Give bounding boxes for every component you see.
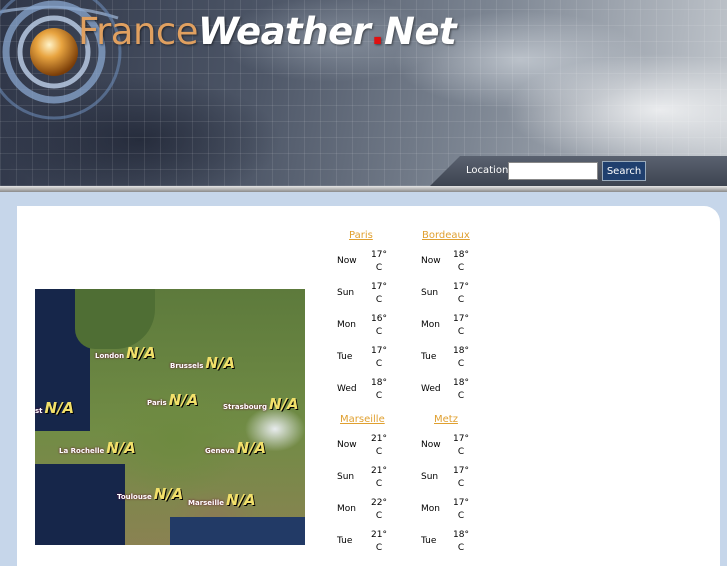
city-link-marseille[interactable]: Marseille bbox=[340, 414, 385, 425]
map-sea bbox=[35, 464, 125, 545]
map-city-strasbourg[interactable]: Strasbourg N/A bbox=[223, 395, 299, 413]
forecast-paris: Paris Now 17° C Sun 17° C Mon 16° C Tue 17° C We… bbox=[337, 230, 387, 401]
map-city-brest[interactable]: st N/A bbox=[35, 399, 74, 417]
header-divider bbox=[0, 186, 727, 192]
map-city-london[interactable]: London N/A bbox=[95, 344, 156, 362]
location-input[interactable] bbox=[508, 162, 598, 180]
weather-map[interactable]: London N/A Brussels N/A st N/A Paris N/A Str… bbox=[35, 289, 305, 545]
city-link-bordeaux[interactable]: Bordeaux bbox=[422, 230, 470, 241]
logo-france: France bbox=[78, 10, 199, 53]
map-city-marseille[interactable]: Marseille N/A bbox=[188, 491, 256, 509]
logo-dot: . bbox=[370, 10, 384, 53]
map-sea bbox=[35, 341, 90, 431]
header-banner: FranceWeather.Net Location Search bbox=[0, 0, 727, 186]
forecast-bordeaux: Bordeaux Now 18° C Sun 17° C Mon 17° C Tue 18° C… bbox=[421, 230, 470, 401]
map-city-paris[interactable]: Paris N/A bbox=[147, 391, 198, 409]
search-button[interactable]: Search bbox=[602, 161, 646, 181]
map-england bbox=[75, 289, 155, 349]
location-label: Location bbox=[466, 165, 509, 176]
map-city-toulouse[interactable]: Toulouse N/A bbox=[117, 485, 183, 503]
logo-net: Net bbox=[384, 10, 457, 53]
forecast-metz: Metz Now 17° C Sun 17° C Mon 17° C Tue 18° C bbox=[421, 414, 469, 553]
map-city-geneva[interactable]: Geneva N/A bbox=[205, 439, 266, 457]
map-city-brussels[interactable]: Brussels N/A bbox=[170, 354, 235, 372]
site-logo[interactable]: FranceWeather.Net bbox=[78, 10, 457, 53]
city-link-paris[interactable]: Paris bbox=[349, 230, 373, 241]
forecast-marseille: Marseille Now 21° C Sun 21° C Mon 22° C Tue 21°… bbox=[337, 414, 387, 553]
map-city-la-rochelle[interactable]: La Rochelle N/A bbox=[59, 439, 136, 457]
city-link-metz[interactable]: Metz bbox=[434, 414, 458, 425]
logo-weather: Weather bbox=[198, 10, 371, 53]
map-sea bbox=[170, 517, 305, 545]
